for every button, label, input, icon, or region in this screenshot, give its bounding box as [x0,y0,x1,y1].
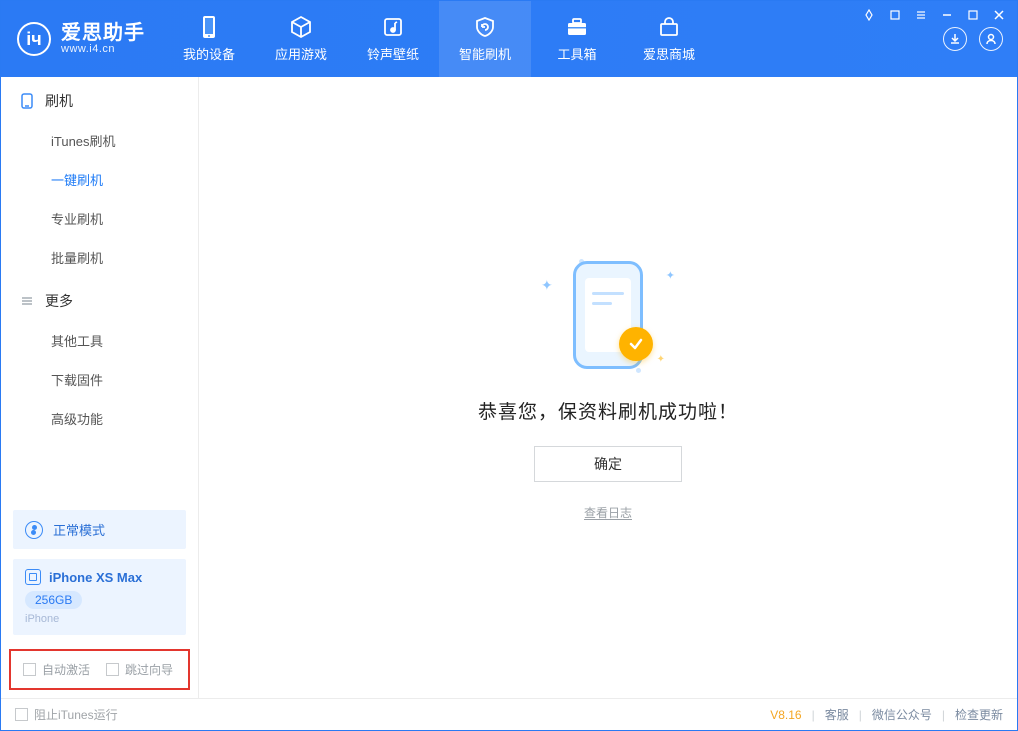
mode-card[interactable]: 正常模式 [13,510,186,549]
sidebar-group-more: 更多 [1,277,198,321]
footer-link-update[interactable]: 检查更新 [955,706,1003,723]
footer-right: V8.16 | 客服 | 微信公众号 | 检查更新 [770,706,1003,723]
tab-label: 智能刷机 [459,44,511,63]
mode-icon [25,521,43,539]
body: 刷机 iTunes刷机 一键刷机 专业刷机 批量刷机 更多 其他工具 下载固件 … [1,77,1017,698]
store-icon [657,15,681,39]
checkbox-auto-activate[interactable]: 自动激活 [23,661,90,678]
sidebar-group-flash: 刷机 [1,77,198,121]
success-message: 恭喜您，保资料刷机成功啦！ [478,397,738,424]
sidebar-group-label: 刷机 [45,91,73,111]
list-icon [19,293,35,309]
footer-link-wechat[interactable]: 微信公众号 [872,706,932,723]
app-title: 爱思助手 [61,23,145,44]
sparkle-icon: ✦ [657,354,665,365]
dot-icon [636,368,641,373]
phone-icon [197,15,221,39]
tab-ringtone[interactable]: 铃声壁纸 [347,1,439,77]
sidebar-cards: 正常模式 iPhone XS Max 256GB iPhone [1,510,198,643]
music-icon [381,15,405,39]
sidebar-bottom-options: 自动激活 跳过向导 [9,649,190,690]
mode-label: 正常模式 [53,520,105,539]
checkbox-label: 阻止iTunes运行 [34,706,118,723]
sidebar-item-other-tools[interactable]: 其他工具 [1,321,198,360]
sidebar-item-itunes-flash[interactable]: iTunes刷机 [1,121,198,160]
refresh-shield-icon [473,15,497,39]
tab-my-device[interactable]: 我的设备 [163,1,255,77]
download-icon[interactable] [943,27,967,51]
device-card[interactable]: iPhone XS Max 256GB iPhone [13,559,186,635]
checkbox-skip-guide[interactable]: 跳过向导 [106,661,173,678]
view-log-link[interactable]: 查看日志 [584,504,632,521]
device-icon [25,569,41,585]
tab-flash[interactable]: 智能刷机 [439,1,531,77]
checkbox-label: 自动激活 [42,661,90,678]
tab-label: 我的设备 [183,44,235,63]
checkbox-block-itunes[interactable]: 阻止iTunes运行 [15,706,118,723]
toolbox-icon [565,15,589,39]
sparkle-icon: ✦ [541,277,553,294]
sparkle-icon: ✦ [666,269,675,282]
sidebar-group-label: 更多 [45,291,73,311]
main-content: ✦ ✦ ✦ 恭喜您，保资料刷机成功啦！ 确定 查看日志 [199,77,1017,698]
sidebar-item-batch-flash[interactable]: 批量刷机 [1,238,198,277]
cube-icon [289,15,313,39]
minimize-icon[interactable] [939,7,955,23]
app-subtitle: www.i4.cn [61,44,145,56]
phone-outline-icon [19,93,35,109]
user-icon[interactable] [979,27,1003,51]
tab-toolbox[interactable]: 工具箱 [531,1,623,77]
sidebar-item-pro-flash[interactable]: 专业刷机 [1,199,198,238]
checkbox-icon [106,663,119,676]
checkbox-icon [15,708,28,721]
sidebar: 刷机 iTunes刷机 一键刷机 专业刷机 批量刷机 更多 其他工具 下载固件 … [1,77,199,698]
device-type: iPhone [25,613,174,625]
sidebar-item-oneclick-flash[interactable]: 一键刷机 [1,160,198,199]
footer: 阻止iTunes运行 V8.16 | 客服 | 微信公众号 | 检查更新 [1,698,1017,730]
sidebar-item-download-firmware[interactable]: 下载固件 [1,360,198,399]
tab-apps[interactable]: 应用游戏 [255,1,347,77]
device-name: iPhone XS Max [49,570,142,585]
version-label: V8.16 [770,708,801,722]
footer-link-support[interactable]: 客服 [825,706,849,723]
tab-label: 应用游戏 [275,44,327,63]
skin-icon[interactable] [887,7,903,23]
device-capacity: 256GB [25,591,82,609]
sidebar-item-advanced[interactable]: 高级功能 [1,399,198,438]
tab-label: 铃声壁纸 [367,44,419,63]
logo[interactable]: iч 爱思助手 www.i4.cn [1,1,163,77]
app-window: iч 爱思助手 www.i4.cn 我的设备 应用游戏 铃声壁纸 智能刷机 [0,0,1018,731]
menu-icon[interactable] [913,7,929,23]
confirm-button[interactable]: 确定 [534,446,682,482]
success-check-icon [619,327,653,361]
window-controls [861,7,1007,23]
tab-label: 爱思商城 [643,44,695,63]
tab-label: 工具箱 [557,44,596,63]
tab-store[interactable]: 爱思商城 [623,1,715,77]
checkbox-label: 跳过向导 [125,661,173,678]
success-illustration: ✦ ✦ ✦ [533,255,683,375]
checkbox-icon [23,663,36,676]
logo-icon: iч [17,22,51,56]
maximize-icon[interactable] [965,7,981,23]
top-tabs: 我的设备 应用游戏 铃声壁纸 智能刷机 工具箱 爱思商城 [163,1,715,77]
theme-icon[interactable] [861,7,877,23]
close-icon[interactable] [991,7,1007,23]
